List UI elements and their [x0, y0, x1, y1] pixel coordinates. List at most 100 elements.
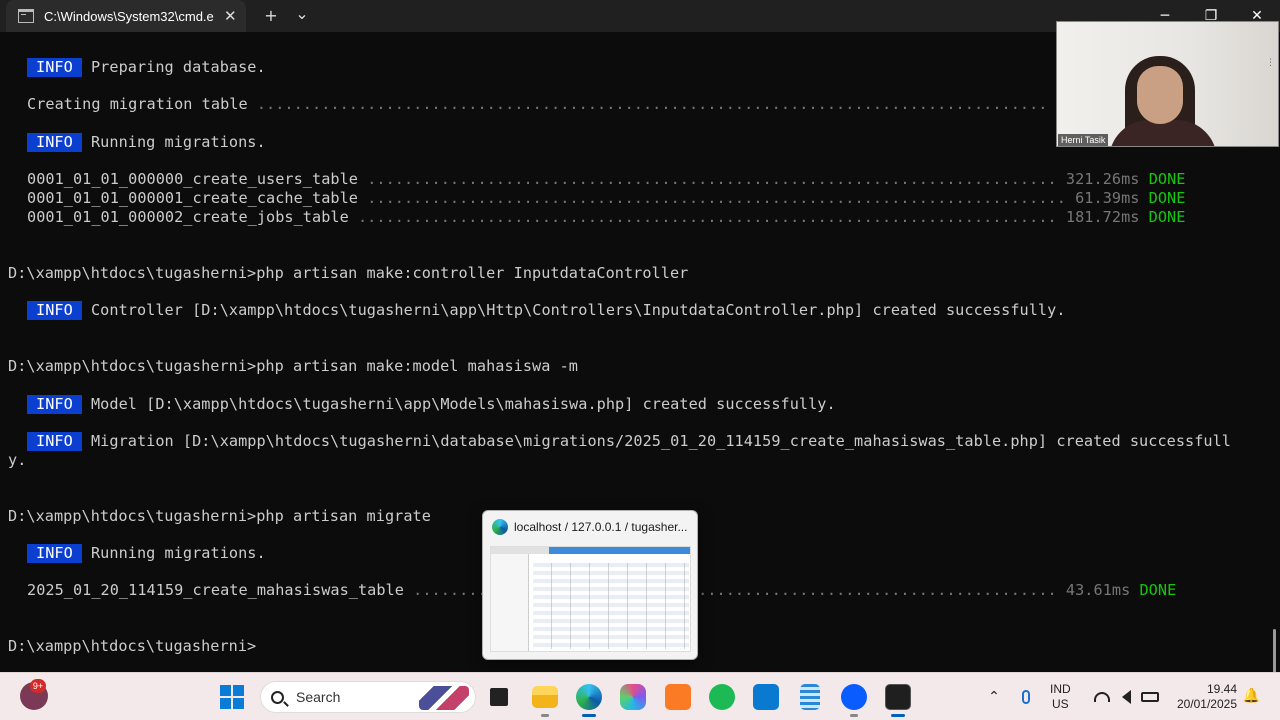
- m365-button[interactable]: [617, 681, 649, 713]
- vscode-button[interactable]: [750, 681, 782, 713]
- running-indicator: [582, 714, 596, 717]
- zoom-icon: [841, 684, 867, 710]
- notepad-icon: [800, 684, 820, 710]
- file-explorer-button[interactable]: [529, 681, 561, 717]
- migration-status: DONE: [1148, 170, 1186, 188]
- migration-status: DONE: [1148, 189, 1186, 207]
- migration-status: DONE: [1139, 581, 1177, 599]
- thumb-sidebar: [491, 554, 529, 651]
- line-text: Running migrations.: [90, 544, 266, 562]
- edge-browser-icon: [576, 684, 602, 710]
- xampp-icon: [665, 684, 691, 710]
- info-badge: INFO: [27, 395, 82, 414]
- spotify-button[interactable]: [706, 681, 738, 713]
- participant-name: Herni Tasik: [1058, 134, 1109, 146]
- clock-date: 20/01/2025: [1176, 697, 1237, 711]
- tab-close-icon[interactable]: ✕: [224, 7, 237, 25]
- terminal-line: INFO Migration [D:\xampp\htdocs\tugasher…: [27, 432, 1231, 451]
- language-indicator[interactable]: IND US: [1050, 682, 1071, 712]
- dot-leader: ........................................…: [367, 170, 1057, 188]
- line-text: Creating migration table: [27, 95, 257, 113]
- keyboard-layout: US: [1052, 697, 1069, 711]
- info-badge: INFO: [27, 544, 82, 563]
- battery-shape: [1141, 692, 1159, 702]
- clock-time: 19.44: [1206, 682, 1237, 696]
- migration-time: 61.39ms: [1075, 189, 1140, 207]
- microsoft-365-icon: [620, 684, 646, 710]
- line-text: Migration [D:\xampp\htdocs\tugasherni\da…: [90, 432, 1231, 450]
- info-badge: INFO: [27, 432, 82, 451]
- more-options-icon[interactable]: ⋮: [1266, 58, 1275, 68]
- migration-name: 0001_01_01_000000_create_users_table: [27, 170, 358, 188]
- search-placeholder: Search: [296, 689, 341, 705]
- migration-time: 181.72ms: [1065, 208, 1140, 226]
- notification-bell-icon[interactable]: 🔔: [1243, 688, 1260, 704]
- task-view-button[interactable]: [483, 681, 515, 713]
- terminal-icon: [885, 684, 911, 710]
- window-preview[interactable]: localhost / 127.0.0.1 / tugasher...: [482, 510, 698, 660]
- preview-thumbnail[interactable]: [490, 546, 691, 652]
- line-text: Controller [D:\xampp\htdocs\tugasherni\a…: [90, 301, 1066, 319]
- dot-leader: ........................................…: [256, 95, 1048, 113]
- new-tab-button[interactable]: +: [260, 5, 282, 27]
- search-icon: [271, 690, 284, 704]
- prompt-line: D:\xampp\htdocs\tugasherni>php artisan m…: [8, 357, 579, 375]
- terminal-button[interactable]: [882, 681, 914, 717]
- widgets-badge: 9+: [30, 679, 46, 693]
- terminal-line: INFO Running migrations.: [27, 544, 266, 563]
- language-code: IND: [1050, 682, 1071, 696]
- vscode-icon: [753, 684, 779, 710]
- thumb-header: [549, 547, 690, 554]
- migration-line: 0001_01_01_000000_create_users_table ...…: [27, 170, 1185, 189]
- migration-name: 0001_01_01_000001_create_cache_table: [27, 189, 358, 207]
- tab-dropdown-button[interactable]: ⌄: [291, 3, 313, 25]
- search-box[interactable]: Search: [260, 681, 476, 713]
- search-highlight-icon: [419, 686, 469, 710]
- terminal-line: INFO Running migrations.: [27, 133, 266, 152]
- chevron-up-icon[interactable]: ⌃: [978, 681, 1010, 713]
- migration-name: 0001_01_01_000002_create_jobs_table: [27, 208, 349, 226]
- running-indicator: [891, 714, 905, 717]
- info-badge: INFO: [27, 301, 82, 320]
- migration-status: DONE: [1148, 208, 1186, 226]
- info-badge: INFO: [27, 58, 82, 77]
- prompt-line: D:\xampp\htdocs\tugasherni>php artisan m…: [8, 264, 689, 282]
- line-text: Running migrations.: [90, 133, 266, 151]
- task-view-icon: [490, 688, 508, 706]
- migration-line: 0001_01_01_000001_create_cache_table ...…: [27, 189, 1185, 208]
- microphone-icon[interactable]: [1010, 681, 1042, 713]
- video-call-overlay[interactable]: ⋮ Herni Tasik: [1056, 21, 1279, 147]
- edge-button[interactable]: [573, 681, 605, 717]
- prompt-line: D:\xampp\htdocs\tugasherni>: [8, 637, 257, 655]
- migration-line: 0001_01_01_000002_create_jobs_table ....…: [27, 208, 1185, 227]
- migration-time: 321.26ms: [1065, 170, 1140, 188]
- terminal-icon: [18, 9, 34, 23]
- running-indicator: [850, 714, 858, 717]
- zoom-button[interactable]: [838, 681, 870, 717]
- thumb-table: [533, 563, 689, 649]
- clock[interactable]: 19.44 20/01/2025: [1177, 682, 1237, 712]
- tab-title: C:\Windows\System32\cmd.e: [44, 8, 214, 24]
- terminal-line: INFO Controller [D:\xampp\htdocs\tugashe…: [27, 301, 1066, 320]
- preview-header: localhost / 127.0.0.1 / tugasher...: [492, 519, 687, 535]
- mic-shape: [1022, 690, 1030, 704]
- running-indicator: [541, 714, 549, 717]
- notepad-button[interactable]: [794, 681, 826, 713]
- start-button[interactable]: [216, 681, 248, 713]
- folder-icon: [532, 686, 558, 708]
- wifi-shape: [1094, 692, 1110, 702]
- battery-icon[interactable]: [1134, 681, 1166, 713]
- taskbar: 9+ Search ⌃ IND US 19.44 20/01/2025 🔔: [0, 672, 1280, 720]
- migration-name: 2025_01_20_114159_create_mahasiswas_tabl…: [27, 581, 404, 599]
- terminal-line: INFO Model [D:\xampp\htdocs\tugasherni\a…: [27, 395, 836, 414]
- info-badge: INFO: [27, 133, 82, 152]
- edge-icon: [492, 519, 508, 535]
- terminal-line: INFO Preparing database.: [27, 58, 266, 77]
- preview-title: localhost / 127.0.0.1 / tugasher...: [514, 520, 688, 534]
- xampp-button[interactable]: [662, 681, 694, 713]
- migration-time: 43.61ms: [1065, 581, 1131, 599]
- prompt-line: D:\xampp\htdocs\tugasherni>php artisan m…: [8, 507, 431, 525]
- tab-cmd[interactable]: C:\Windows\System32\cmd.e ✕: [6, 0, 246, 32]
- participant-face: [1137, 66, 1183, 124]
- line-text: Model [D:\xampp\htdocs\tugasherni\app\Mo…: [90, 395, 836, 413]
